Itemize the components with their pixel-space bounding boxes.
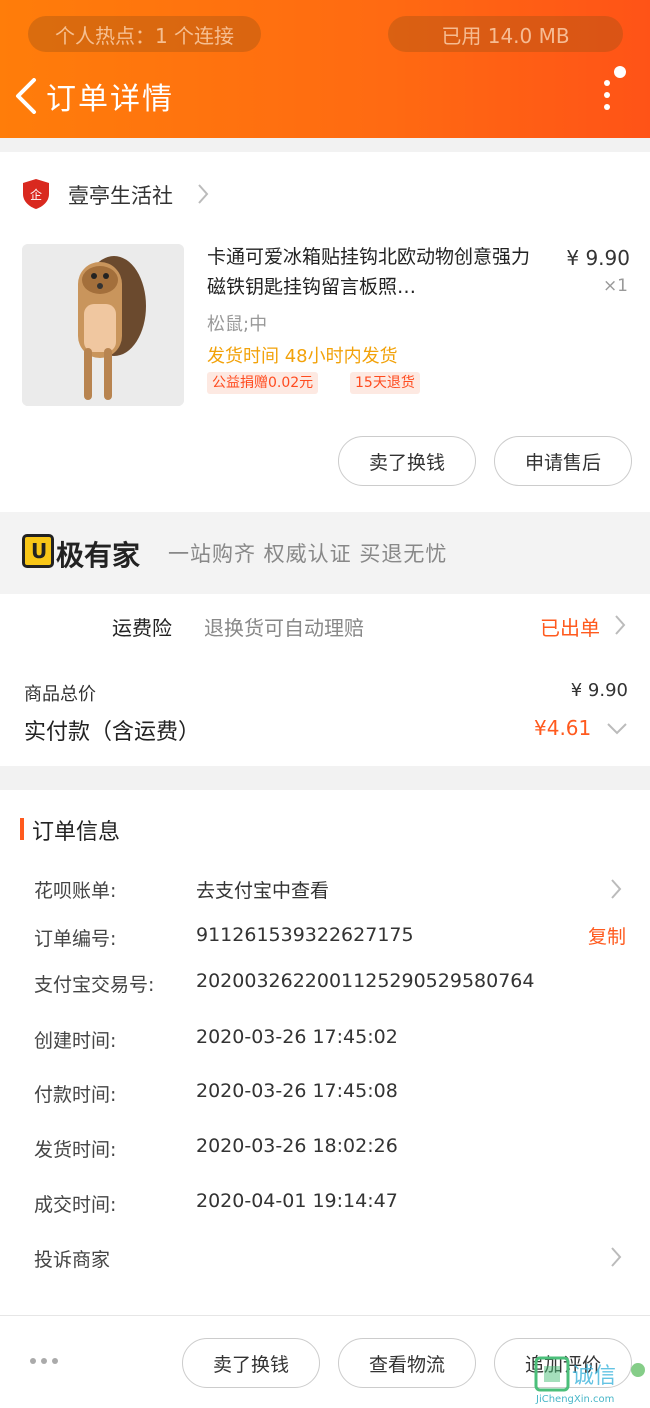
shipping-insurance-desc: 退换货可自动理赔 xyxy=(204,616,364,640)
view-logistics-button[interactable]: 查看物流 xyxy=(338,1338,476,1388)
shipping-time-text: 发货时间 48小时内发货 xyxy=(207,346,398,367)
alipay-trade-label: 支付宝交易号: xyxy=(34,974,155,996)
chevron-right-icon[interactable] xyxy=(196,182,210,206)
chevron-down-icon[interactable] xyxy=(606,722,628,736)
shipped-time-value: 2020-03-26 18:02:26 xyxy=(196,1135,398,1157)
watermark-url: JiChengXin.com xyxy=(536,1394,615,1405)
created-time-label: 创建时间: xyxy=(34,1030,117,1052)
charity-tag: 公益捐赠0.02元 xyxy=(207,372,319,394)
store-card: 企 壹亭生活社 卡通可爱冰箱贴挂钩北欧动物创意强力磁铁钥匙挂钩留言板照… ¥ 9… xyxy=(0,152,650,512)
huabei-bill-link[interactable]: 去支付宝中查看 xyxy=(196,876,329,903)
brand-name: 极有家 xyxy=(56,539,141,572)
order-number-label: 订单编号: xyxy=(34,928,117,950)
copy-order-number-button[interactable]: 复制 xyxy=(588,922,626,949)
section-accent-bar xyxy=(20,818,24,840)
store-shield-icon: 企 xyxy=(23,179,49,209)
return-policy-tag: 15天退货 xyxy=(350,372,420,394)
completed-time-value: 2020-04-01 19:14:47 xyxy=(196,1190,398,1212)
shipping-insurance-label: 运费险 xyxy=(112,616,172,640)
brand-slogan: 一站购齐 权威认证 买退无忧 xyxy=(168,542,448,566)
goods-total-value: ¥ 9.90 xyxy=(570,680,628,701)
brand-logo-icon: U xyxy=(22,534,54,568)
product-sku: 松鼠;中 xyxy=(207,314,268,335)
after-sales-button[interactable]: 申请售后 xyxy=(494,436,632,486)
watermark-text: 诚信 xyxy=(572,1364,617,1389)
page-title: 订单详情 xyxy=(46,82,174,117)
shipping-insurance-status[interactable]: 已出单 xyxy=(540,612,600,641)
huabei-bill-label: 花呗账单: xyxy=(34,880,117,902)
order-info-title: 订单信息 xyxy=(32,820,121,845)
goods-total-label: 商品总价 xyxy=(24,684,96,705)
order-info-card: 订单信息 花呗账单: 去支付宝中查看 订单编号: 911261539322627… xyxy=(0,790,650,1315)
product-price: ¥ 9.90 xyxy=(566,246,630,270)
chevron-right-icon[interactable] xyxy=(614,614,626,636)
sell-for-cash-button[interactable]: 卖了换钱 xyxy=(338,436,476,486)
product-quantity: ×1 xyxy=(602,276,628,296)
chevron-right-icon[interactable] xyxy=(610,1246,622,1268)
store-name[interactable]: 壹亭生活社 xyxy=(68,180,173,210)
back-arrow-icon[interactable] xyxy=(12,78,42,114)
order-number-value: 911261539322627175 xyxy=(196,924,414,946)
app-header: 个人热点：1 个连接 已用 14.0 MB 订单详情 xyxy=(0,0,650,138)
created-time-value: 2020-03-26 17:45:02 xyxy=(196,1026,398,1048)
more-dots-icon[interactable] xyxy=(30,1356,60,1366)
payment-summary-card: 运费险 退换货可自动理赔 已出单 商品总价 ¥ 9.90 实付款（含运费） ¥4… xyxy=(0,594,650,766)
data-usage-status: 已用 14.0 MB xyxy=(388,16,623,52)
shipped-time-label: 发货时间: xyxy=(34,1139,117,1161)
sell-for-cash-button[interactable]: 卖了换钱 xyxy=(182,1338,320,1388)
complain-seller-link[interactable]: 投诉商家 xyxy=(34,1245,110,1272)
chevron-right-icon[interactable] xyxy=(610,878,622,900)
more-options-icon[interactable] xyxy=(596,64,630,114)
paid-time-value: 2020-03-26 17:45:08 xyxy=(196,1080,398,1102)
paid-time-label: 付款时间: xyxy=(34,1084,117,1106)
completed-time-label: 成交时间: xyxy=(34,1194,117,1216)
brand-banner[interactable]: U 极有家 一站购齐 权威认证 买退无忧 xyxy=(0,512,650,594)
amount-paid-label: 实付款（含运费） xyxy=(24,720,201,745)
product-title[interactable]: 卡通可爱冰箱贴挂钩北欧动物创意强力磁铁钥匙挂钩留言板照… xyxy=(207,242,542,302)
alipay-trade-value: 2020032622001125290529580764 xyxy=(196,970,535,992)
hedgehog-hook-illustration xyxy=(22,244,184,406)
hotspot-status: 个人热点：1 个连接 xyxy=(28,16,261,52)
amount-paid-value: ¥4.61 xyxy=(534,716,592,740)
product-image[interactable] xyxy=(22,244,184,406)
brand-logo-letter: U xyxy=(31,539,48,563)
svg-text:企: 企 xyxy=(30,187,42,202)
